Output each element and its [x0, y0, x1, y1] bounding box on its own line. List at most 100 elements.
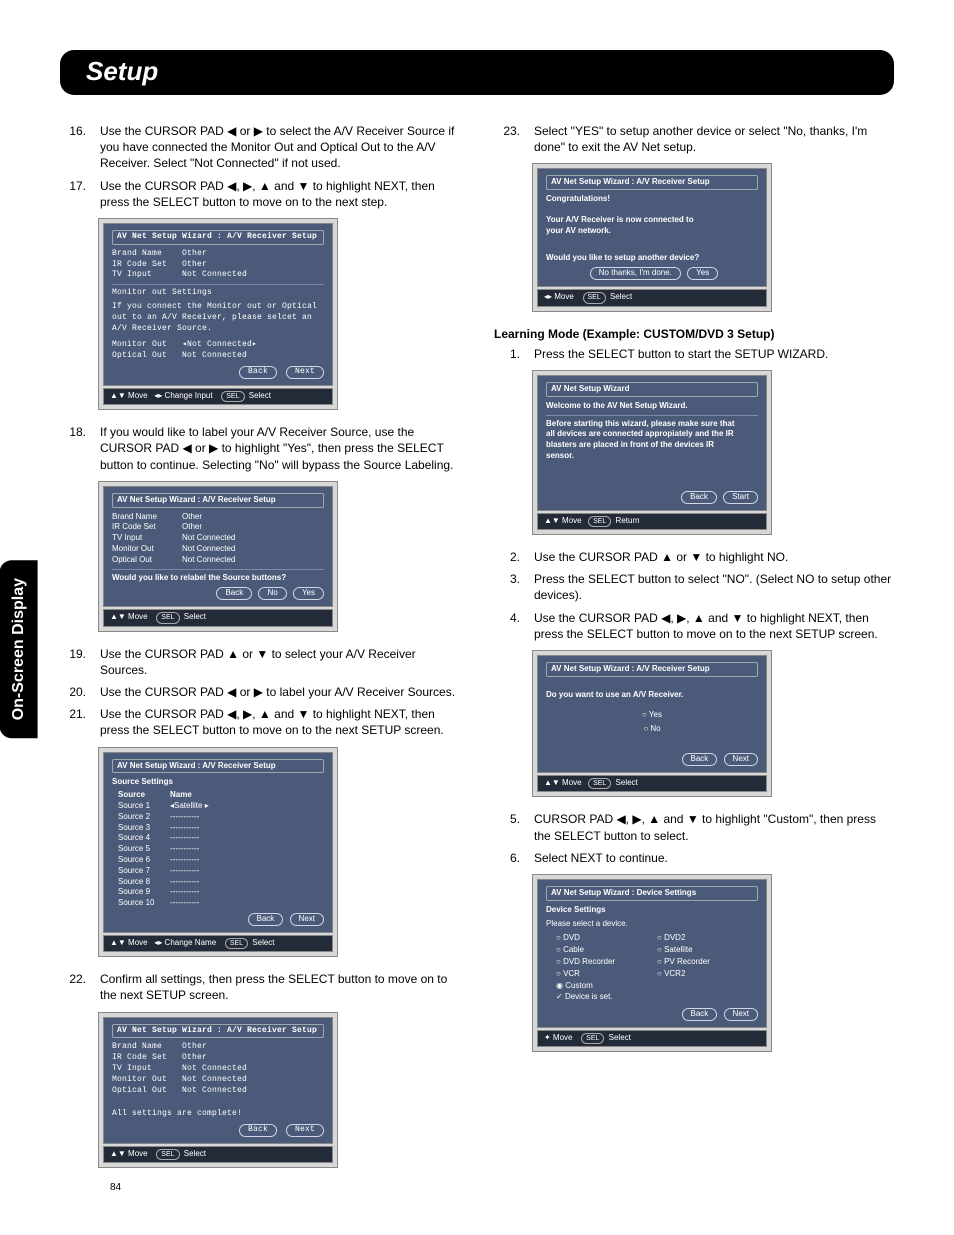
- osd-hint: Select: [252, 938, 274, 947]
- page-number: 84: [110, 1181, 121, 1195]
- osd-label: TV Input: [112, 533, 182, 544]
- osd-hint: ◂▸ Change Input: [154, 391, 212, 400]
- osd-message: Your A/V Receiver is now connected to yo…: [546, 215, 696, 237]
- osd-screenshot-7: AV Net Setup Wizard : A/V Receiver Setup…: [532, 650, 772, 797]
- osd-question: Would you like to relabel the Source but…: [112, 573, 324, 584]
- osd-hint: ◂▸ Move: [544, 292, 574, 301]
- osd-back-button[interactable]: Back: [682, 753, 718, 766]
- osd-label: Source 5: [112, 844, 170, 855]
- step-num: 1.: [494, 346, 520, 362]
- osd-yes-button[interactable]: Yes: [687, 267, 718, 280]
- osd-hint: Select: [616, 778, 638, 787]
- radio-dvd-recorder[interactable]: DVD Recorder: [556, 957, 615, 966]
- osd-value: -----------: [170, 833, 324, 844]
- sel-icon: SEL: [221, 391, 244, 402]
- osd-hint: Select: [184, 612, 206, 621]
- osd-hint: Return: [616, 516, 640, 525]
- osd-label: Brand Name: [112, 249, 182, 260]
- radio-dvd2[interactable]: DVD2: [657, 933, 685, 942]
- osd-start-button[interactable]: Start: [723, 491, 758, 504]
- radio-vcr[interactable]: VCR: [556, 969, 580, 978]
- sel-icon: SEL: [583, 292, 606, 303]
- step-text: Use the CURSOR PAD ▲ or ▼ to highlight N…: [534, 549, 894, 565]
- osd-value: Not Connected: [182, 555, 324, 566]
- osd-value: Other: [182, 512, 324, 523]
- osd-label: TV Input: [112, 270, 182, 281]
- osd-value: -----------: [170, 855, 324, 866]
- osd-value: -----------: [170, 866, 324, 877]
- osd-footer: ▲▼ Move SEL Select: [103, 1146, 333, 1163]
- step-text: Select NEXT to continue.: [534, 850, 894, 866]
- osd-value: Not Connected: [182, 351, 324, 362]
- osd-next-button[interactable]: Next: [724, 1008, 758, 1021]
- osd-value: Not Connected: [182, 1075, 324, 1086]
- osd-screenshot-6: AV Net Setup Wizard Welcome to the AV Ne…: [532, 370, 772, 535]
- osd-subtitle: Device Settings: [546, 905, 758, 916]
- step-text: Press the SELECT button to start the SET…: [534, 346, 894, 362]
- step-text: Select "YES" to setup another device or …: [534, 123, 894, 155]
- step-text: Use the CURSOR PAD ◀, ▶, ▲ and ▼ to high…: [534, 610, 894, 642]
- steps-22: 22.Confirm all settings, then press the …: [60, 971, 460, 1003]
- osd-value: Not Connected: [182, 1086, 324, 1097]
- osd-value: -----------: [170, 823, 324, 834]
- radio-no[interactable]: No: [643, 724, 660, 733]
- radio-dvd[interactable]: DVD: [556, 933, 580, 942]
- osd-back-button[interactable]: Back: [216, 587, 252, 600]
- osd-next-button[interactable]: Next: [286, 1124, 324, 1137]
- osd-hint: ▲▼ Move: [544, 516, 582, 525]
- osd-back-button[interactable]: Back: [248, 913, 284, 926]
- radio-vcr2[interactable]: VCR2: [657, 969, 685, 978]
- osd-back-button[interactable]: Back: [239, 366, 277, 379]
- osd-back-button[interactable]: Back: [239, 1124, 277, 1137]
- sel-icon: SEL: [156, 1149, 179, 1160]
- radio-custom[interactable]: Custom: [556, 981, 593, 990]
- step-text: CURSOR PAD ◀, ▶, ▲ and ▼ to highlight "C…: [534, 811, 894, 843]
- sel-icon: SEL: [581, 1033, 604, 1044]
- right-column: 23. Select "YES" to setup another device …: [494, 123, 894, 1182]
- radio-cable[interactable]: Cable: [556, 945, 584, 954]
- radio-satellite[interactable]: Satellite: [657, 945, 693, 954]
- step-text: Use the CURSOR PAD ◀, ▶, ▲ and ▼ to high…: [100, 706, 460, 738]
- osd-back-button[interactable]: Back: [682, 1008, 718, 1021]
- osd-label: Optical Out: [112, 555, 182, 566]
- osd-hint: Select: [610, 292, 632, 301]
- osd-yes-button[interactable]: Yes: [293, 587, 324, 600]
- osd-question: Do you want to use an A/V Receiver.: [546, 690, 758, 701]
- osd-no-button[interactable]: No: [258, 587, 286, 600]
- osd-footer: ▲▼ Move ◂▸ Change Input SEL Select: [103, 388, 333, 405]
- step-num: 23.: [494, 123, 520, 155]
- osd-title: AV Net Setup Wizard : Device Settings: [546, 886, 758, 901]
- osd-label: Source 4: [112, 833, 170, 844]
- osd-screenshot-8: AV Net Setup Wizard : Device Settings De…: [532, 874, 772, 1052]
- osd-label: Source 6: [112, 855, 170, 866]
- step-num: 2.: [494, 549, 520, 565]
- osd-label: IR Code Set: [112, 522, 182, 533]
- left-column: 16.Use the CURSOR PAD ◀ or ▶ to select t…: [60, 123, 460, 1182]
- osd-label: Brand Name: [112, 512, 182, 523]
- osd-next-button[interactable]: Next: [286, 366, 324, 379]
- osd-footer: ◂▸ Move SEL Select: [537, 289, 767, 306]
- osd-label: Optical Out: [112, 1086, 182, 1097]
- steps-18: 18.If you would like to label your A/V R…: [60, 424, 460, 473]
- osd-value: -----------: [170, 812, 324, 823]
- osd-value: Other: [182, 260, 324, 271]
- osd-hint: ▲▼ Move: [544, 778, 582, 787]
- osd-welcome: Welcome to the AV Net Setup Wizard.: [546, 401, 758, 412]
- osd-next-button[interactable]: Next: [290, 913, 324, 926]
- page-title-bar: Setup: [60, 50, 894, 95]
- osd-next-button[interactable]: Next: [724, 753, 758, 766]
- osd-value: Not Connected: [182, 1064, 324, 1075]
- sel-icon: SEL: [156, 612, 179, 623]
- osd-value: Other: [182, 522, 324, 533]
- osd-value: Other: [182, 1053, 324, 1064]
- osd-message: Before starting this wizard, please make…: [546, 419, 736, 462]
- osd-back-button[interactable]: Back: [681, 491, 717, 504]
- osd-message: All settings are complete!: [112, 1109, 324, 1120]
- osd-screenshot-4: AV Net Setup Wizard : A/V Receiver Setup…: [98, 1012, 338, 1169]
- osd-subtitle: Source Settings: [112, 777, 324, 788]
- radio-yes[interactable]: Yes: [642, 710, 662, 719]
- osd-value: -----------: [170, 898, 324, 909]
- radio-pv-recorder[interactable]: PV Recorder: [657, 957, 710, 966]
- osd-no-thanks-button[interactable]: No thanks, I'm done.: [590, 267, 681, 280]
- steps-19-21: 19.Use the CURSOR PAD ▲ or ▼ to select y…: [60, 646, 460, 739]
